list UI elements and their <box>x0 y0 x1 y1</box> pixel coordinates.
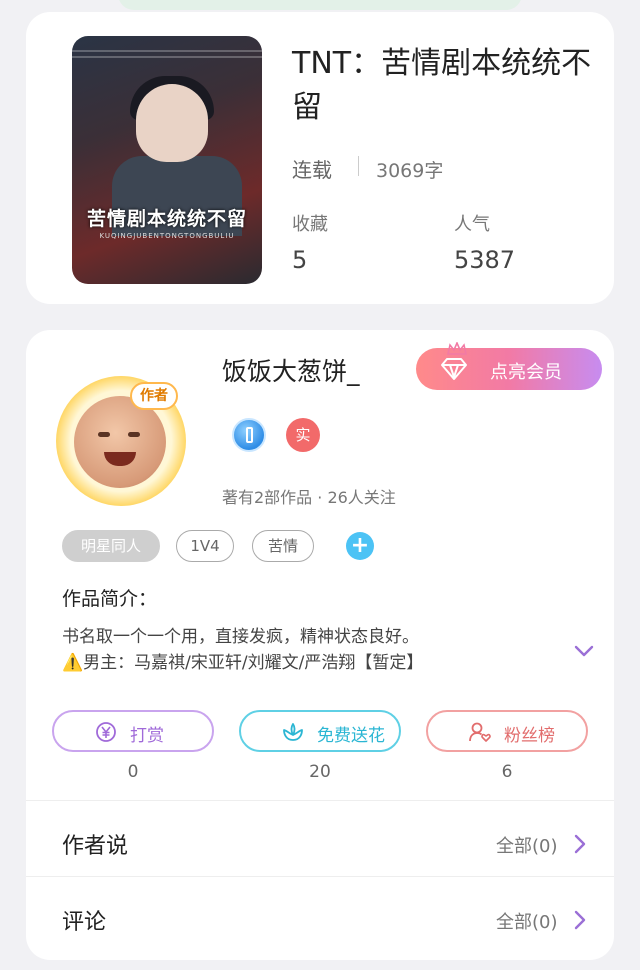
book-card[interactable]: 苦情剧本统统不留 KUQINGJUBENTONGTONGBULIU TNT：苦情… <box>26 12 614 304</box>
author-notes-title[interactable]: 作者说 <box>62 828 128 860</box>
author-avatar[interactable]: 作者 <box>56 376 186 506</box>
author-role-tag: 作者 <box>130 382 178 410</box>
book-word-count: 3069字 <box>376 160 444 182</box>
fan-count: 6 <box>501 762 513 782</box>
intro-heading: 作品简介： <box>62 588 158 610</box>
tag-item[interactable]: 明星同人 <box>62 530 160 562</box>
chevron-right-icon[interactable] <box>574 834 586 854</box>
reward-button[interactable]: 打赏 <box>52 710 214 752</box>
stat-popularity-label: 人气 <box>454 214 490 235</box>
real-name-badge[interactable]: 实 <box>286 418 320 452</box>
vip-button-label: 点亮会员 <box>490 362 562 383</box>
book-title: TNT：苦情剧本统统不留 <box>292 46 592 125</box>
section-divider <box>26 800 614 801</box>
tag-item[interactable]: 苦情 <box>252 530 314 562</box>
intro-line: ⚠️男主：马嘉祺/宋亚轩/刘耀文/严浩翔【暂定】 <box>62 653 424 673</box>
section-divider <box>26 876 614 877</box>
cover-poster-subtitle: KUQINGJUBENTONGTONGBULIU <box>99 232 235 240</box>
intro-line: 书名取一个一个用，直接发疯，精神状态良好。 <box>62 627 419 647</box>
crown-icon <box>447 342 467 355</box>
fan-ranking-button[interactable]: 粉丝榜 <box>426 710 588 752</box>
top-sliver <box>118 0 522 10</box>
chevron-right-icon[interactable] <box>574 910 586 930</box>
comments-title[interactable]: 评论 <box>62 904 106 936</box>
add-tag-button[interactable]: + <box>346 532 374 560</box>
status-divider <box>358 156 359 176</box>
book-cover[interactable]: 苦情剧本统统不留 KUQINGJUBENTONGTONGBULIU <box>72 36 262 284</box>
author-card: 作者 饭饭大葱饼_ 点亮会员 实 著有2部作品 · 26人关注 明星同人 1V4… <box>26 330 614 960</box>
reward-count: 0 <box>127 762 139 782</box>
stat-favorites-value: 5 <box>292 246 308 274</box>
send-flower-button[interactable]: 免费送花 <box>239 710 401 752</box>
cover-figure-head <box>136 84 208 162</box>
book-status: 连载 <box>292 158 332 182</box>
chevron-down-icon[interactable] <box>574 644 594 658</box>
diamond-icon <box>441 358 467 380</box>
author-notes-all-link[interactable]: 全部(0) <box>496 832 558 858</box>
verified-medal-icon[interactable] <box>232 418 266 452</box>
comments-all-link[interactable]: 全部(0) <box>496 908 558 934</box>
cover-poster-title: 苦情剧本统统不留 <box>86 208 247 230</box>
vip-membership-button[interactable]: 点亮会员 <box>416 342 602 390</box>
author-meta: 著有2部作品 · 26人关注 <box>222 488 396 507</box>
author-name[interactable]: 饭饭大葱饼_ <box>222 352 360 388</box>
stat-popularity-value: 5387 <box>454 246 516 274</box>
send-flower-label: 免费送花 <box>317 726 385 746</box>
fan-ranking-label: 粉丝榜 <box>504 726 555 746</box>
yen-icon <box>96 722 116 742</box>
tag-item[interactable]: 1V4 <box>176 530 234 562</box>
intro-body: 书名取一个一个用，直接发疯，精神状态良好。 ⚠️男主：马嘉祺/宋亚轩/刘耀文/严… <box>62 624 562 676</box>
flower-icon <box>283 723 303 741</box>
stat-favorites-label: 收藏 <box>292 214 328 235</box>
flower-count: 20 <box>309 762 331 782</box>
fan-user-icon <box>469 722 491 742</box>
reward-label: 打赏 <box>130 726 164 746</box>
